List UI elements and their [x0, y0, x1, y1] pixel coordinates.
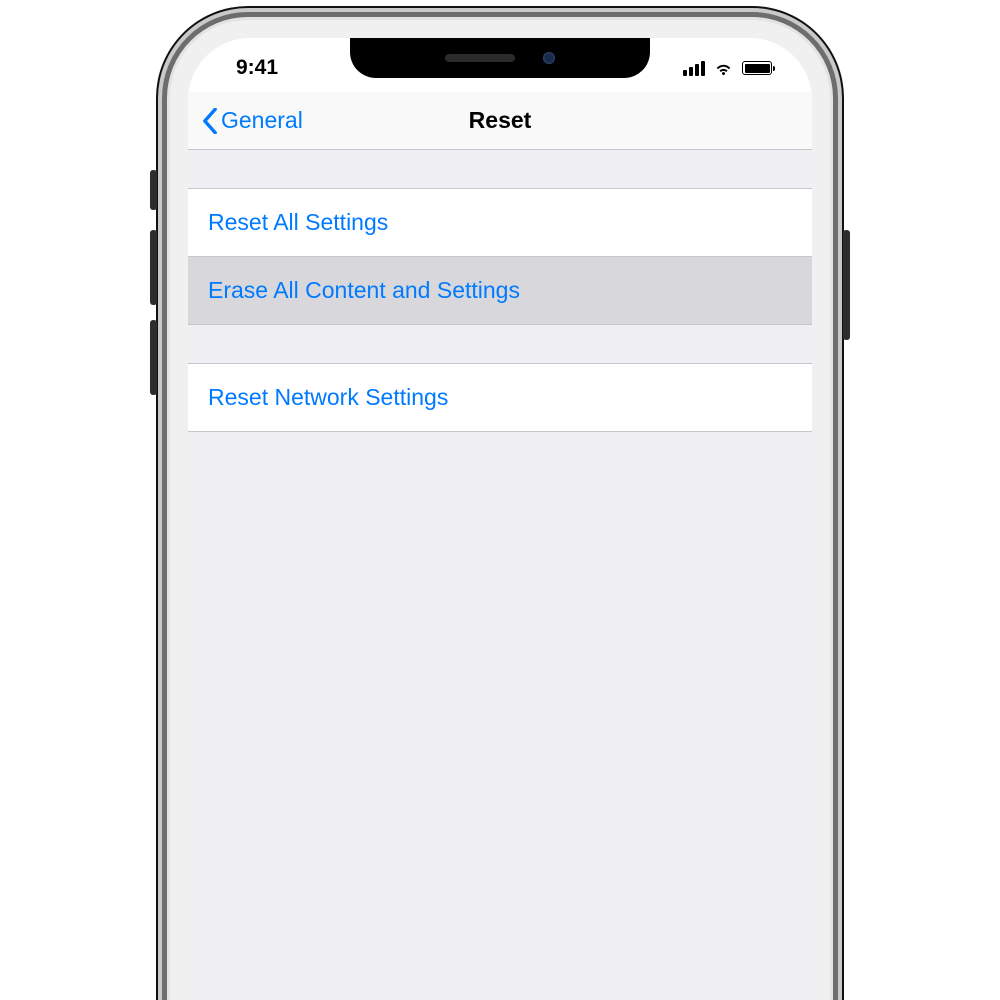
screen: 9:41: [188, 38, 812, 1000]
settings-group: Reset All SettingsErase All Content and …: [188, 188, 812, 325]
erase-all-content-cell[interactable]: Erase All Content and Settings: [188, 257, 812, 324]
status-bar: 9:41: [188, 38, 812, 92]
group-gap: [188, 325, 812, 363]
settings-group: Reset Network Settings: [188, 363, 812, 432]
nav-bar: General Reset: [188, 92, 812, 150]
volume-down-button: [150, 320, 157, 395]
volume-up-button: [150, 230, 157, 305]
cellular-signal-icon: [683, 61, 705, 76]
reset-all-settings-cell[interactable]: Reset All Settings: [188, 189, 812, 257]
group-gap: [188, 150, 812, 188]
chevron-left-icon: [202, 108, 218, 134]
back-label: General: [221, 107, 303, 134]
iphone-frame: 9:41: [170, 20, 830, 1000]
reset-network-settings-cell[interactable]: Reset Network Settings: [188, 364, 812, 431]
nav-title: Reset: [469, 107, 532, 134]
settings-list[interactable]: Reset All SettingsErase All Content and …: [188, 150, 812, 1000]
side-button: [843, 230, 850, 340]
battery-icon: [742, 61, 772, 75]
wifi-icon: [713, 58, 734, 79]
mute-switch: [150, 170, 157, 210]
status-time: 9:41: [236, 56, 278, 79]
back-button[interactable]: General: [202, 107, 303, 134]
